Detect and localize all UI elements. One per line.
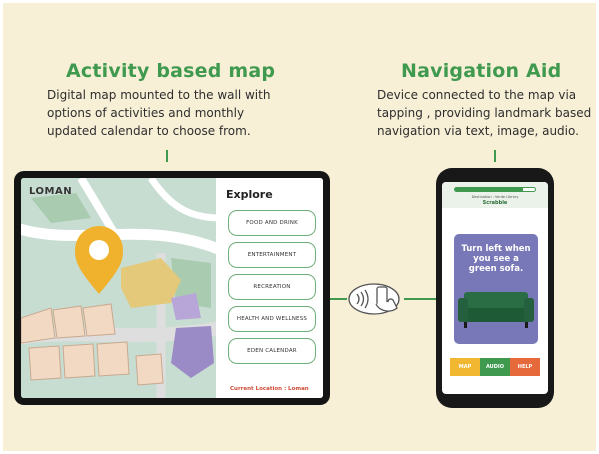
phone-screen: Destination : Verde Library Scrabble Tur… [442,182,548,394]
current-location-label: Current Location : Loman [230,386,309,392]
connector-line-left [330,298,347,300]
entertainment-button[interactable]: ENTERTAINMENT [228,242,316,268]
action-buttons: MAP AUDIO HELP [450,358,540,376]
map-button[interactable]: MAP [450,358,480,376]
food-and-drink-button[interactable]: FOOD AND DRINK [228,210,316,236]
tablet-screen: LOMAN Explore FOOD AND DRINK ENTERTAINME… [21,178,323,398]
description-line: Digital map mounted to the wall with [47,88,271,102]
nfc-tap-icon [347,282,403,316]
destination-label: Destination : Verde Library [471,195,519,199]
activity-map-title: Activity based map [66,60,276,82]
description-line: Device connected to the map via [377,88,577,102]
description-line: navigation via text, image, audio. [377,124,579,138]
audio-button[interactable]: AUDIO [480,358,510,376]
instruction-card: Turn left when you see a green sofa. [454,234,538,344]
description-line: tapping , providing landmark based [377,106,592,120]
connector-tick [166,150,168,162]
destination-value: Scrabble [482,200,508,206]
health-and-wellness-button[interactable]: HEALTH AND WELLNESS [228,306,316,332]
route-progress-bar [454,187,536,192]
phone-device: Destination : Verde Library Scrabble Tur… [436,168,554,408]
connector-tick [494,150,496,162]
help-button[interactable]: HELP [510,358,540,376]
description-line: options of activities and monthly [47,106,245,120]
activity-map-description: Digital map mounted to the wall with opt… [47,86,270,140]
connector-line-right [404,298,436,300]
explore-panel: Explore FOOD AND DRINK ENTERTAINMENT REC… [216,178,323,398]
map-illustration [21,178,224,398]
eden-calendar-button[interactable]: EDEN CALENDAR [228,338,316,364]
description-line: updated calendar to choose from. [47,124,251,138]
map-logo: LOMAN [29,186,73,197]
green-sofa-image [458,292,534,328]
explore-title: Explore [226,188,273,201]
tablet-device: LOMAN Explore FOOD AND DRINK ENTERTAINME… [14,171,330,405]
phone-header: Destination : Verde Library Scrabble [442,182,548,208]
navigation-aid-description: Device connected to the map via tapping … [377,86,591,140]
navigation-aid-title: Navigation Aid [401,60,562,82]
recreation-button[interactable]: RECREATION [228,274,316,300]
route-progress-fill [455,188,523,191]
campus-map[interactable]: LOMAN [21,178,224,398]
